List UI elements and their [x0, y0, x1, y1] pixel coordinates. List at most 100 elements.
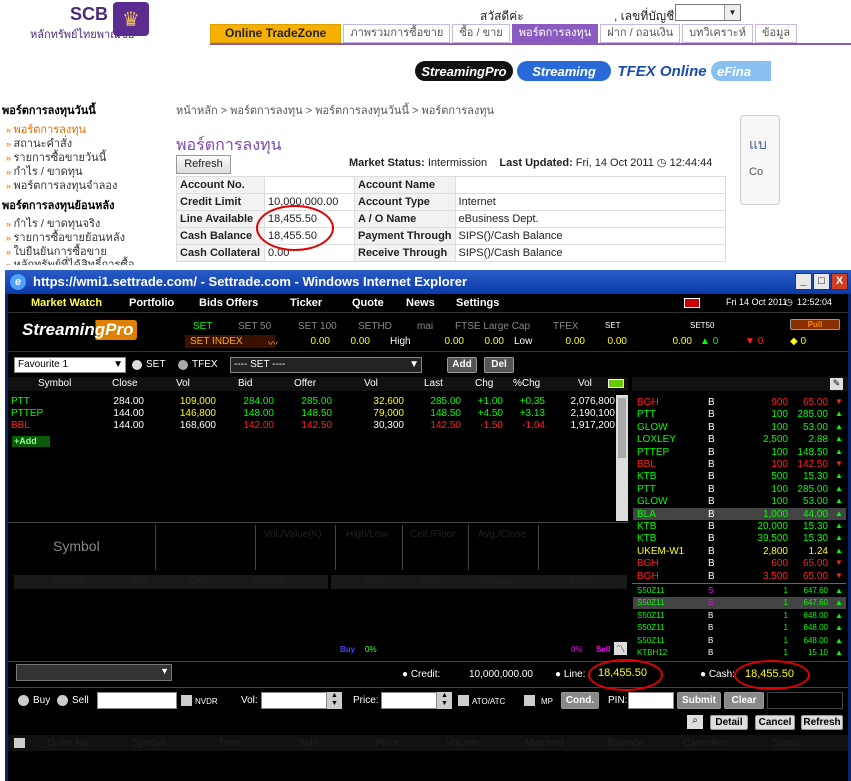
index-tab-sethd[interactable]: SETHD	[358, 321, 392, 332]
menu-portfolio[interactable]: Portfolio	[129, 297, 174, 309]
search-icon[interactable]: ⌕	[687, 715, 703, 729]
submit-button[interactable]: Submit	[677, 692, 721, 709]
col-header[interactable]: Close	[112, 378, 138, 389]
arrow-up-icon: ▲	[835, 635, 843, 645]
index-tab-set[interactable]: SET	[193, 321, 212, 332]
symbol-input[interactable]	[97, 692, 177, 709]
menu-settings[interactable]: Settings	[456, 297, 499, 309]
market-select[interactable]: ---- SET ---- ▼	[230, 357, 422, 373]
index-value: 0.00	[350, 336, 370, 347]
cond-button[interactable]: Cond.	[561, 692, 599, 709]
menu-bids-offers[interactable]: Bids Offers	[199, 297, 258, 309]
col-header[interactable]: Chg	[475, 378, 493, 389]
streamingpro-link[interactable]: StreamingPro	[415, 61, 513, 81]
radio-sell[interactable]	[57, 695, 68, 706]
detail-button[interactable]: Detail	[710, 715, 748, 730]
col-header[interactable]: Bid	[238, 378, 252, 389]
radio-buy[interactable]	[18, 695, 29, 706]
account-select[interactable]: ▼	[16, 664, 172, 681]
menu-item-rights[interactable]: หลักทรัพย์ที่ได้สิทธิ์การซื้อ	[6, 255, 135, 265]
tab-research[interactable]: บทวิเคราะห์	[682, 24, 753, 43]
radio-set[interactable]	[132, 360, 142, 370]
cancel-button[interactable]: Cancel	[755, 715, 795, 730]
col-header[interactable]: %Chg	[513, 378, 540, 389]
index-value: 0.00	[607, 336, 627, 347]
minimize-button[interactable]: _	[795, 273, 812, 290]
table-key: Cash Collateral	[176, 244, 265, 262]
del-button[interactable]: Del	[484, 357, 514, 373]
table-key: A / O Name	[354, 210, 456, 228]
index-tab-tfex[interactable]: TFEX	[553, 321, 579, 332]
chart-icon[interactable]: 〰	[268, 335, 278, 350]
table-value: Internet	[454, 193, 727, 211]
tab-online-tradezone[interactable]: Online TradeZone	[210, 24, 342, 43]
clear-button[interactable]: Clear	[724, 692, 764, 709]
atoatc-checkbox[interactable]	[458, 695, 469, 706]
pull-button[interactable]: Pull	[790, 319, 840, 330]
streaming-link[interactable]: Streaming	[517, 61, 611, 81]
close-button[interactable]: X	[831, 273, 848, 290]
add-symbol-button[interactable]: +Add	[12, 436, 50, 447]
index-tab-set50[interactable]: SET 50	[238, 321, 271, 332]
volume-input[interactable]	[261, 692, 327, 709]
scrollbar-thumb[interactable]	[618, 398, 626, 458]
select-all-checkbox[interactable]	[14, 738, 25, 748]
col-header: Matched	[525, 738, 564, 749]
tab-portfolio[interactable]: พอร์ตการลงทุน	[511, 24, 599, 43]
mp-checkbox[interactable]	[524, 695, 535, 706]
col-header[interactable]: Offer	[294, 378, 316, 389]
tab-info[interactable]: ข้อมูล	[754, 24, 798, 43]
watchlist-cell-bid[interactable]: 142.00	[220, 420, 274, 431]
ticker-cell-s: BBL	[637, 459, 656, 470]
unchanged-value: 0	[800, 336, 807, 347]
table-row: Credit Limit 10,000,000.00 Account Type Int…	[176, 193, 727, 211]
watchlist-cell-offer[interactable]: 148.50	[278, 408, 332, 419]
col-header[interactable]: Last	[424, 378, 443, 389]
watchlist-cell-last: 142.50	[430, 420, 461, 431]
col-header[interactable]: Vol	[176, 378, 190, 389]
index-tab-mai[interactable]: mai	[417, 321, 433, 332]
divider	[155, 525, 156, 570]
uk-flag-icon[interactable]	[684, 298, 700, 308]
refresh-orders-button[interactable]: Refresh	[801, 715, 843, 730]
add-button[interactable]: Add	[447, 357, 477, 373]
radio-tfex[interactable]	[178, 360, 188, 370]
toggle-view-icon[interactable]	[608, 379, 624, 388]
quote-symbol-label[interactable]: Symbol	[53, 538, 100, 554]
account-select[interactable]: ▼	[675, 4, 741, 21]
col-header: Side	[421, 576, 442, 587]
table-row: Account No. Account Name	[176, 176, 727, 194]
tab-buy-sell[interactable]: ซื้อ / ขาย	[452, 24, 510, 43]
price-input[interactable]	[381, 692, 437, 709]
watchlist-cell-offer[interactable]: 285.00	[278, 396, 332, 407]
col-header[interactable]: Vol	[364, 378, 378, 389]
col-header[interactable]: Vol	[578, 378, 592, 389]
index-tab-set100[interactable]: SET 100	[298, 321, 337, 332]
refresh-button[interactable]: Refresh	[176, 155, 231, 174]
chart-icon[interactable]: 〽	[614, 642, 627, 655]
watchlist-cell-bid[interactable]: 148.00	[220, 408, 274, 419]
wrench-icon[interactable]: ✎	[830, 378, 843, 390]
ticker-cell-p: 148.50	[797, 446, 828, 458]
highlight-circle	[734, 660, 810, 690]
index-tab-ftse[interactable]: FTSE Large Cap	[455, 321, 530, 332]
menu-quote[interactable]: Quote	[352, 297, 384, 309]
maximize-button[interactable]: □	[813, 273, 830, 290]
watchlist-cell-offer[interactable]: 142.50	[278, 420, 332, 431]
menu-news[interactable]: News	[406, 297, 435, 309]
price-stepper[interactable]: ▲ ▼	[437, 692, 452, 709]
menu-market-watch[interactable]: Market Watch	[31, 297, 102, 309]
col-header[interactable]: Symbol	[38, 378, 71, 389]
watchlist-cell-bid[interactable]: 284.00	[220, 396, 274, 407]
favourite-select[interactable]: Favourite 1 ▼	[14, 357, 126, 373]
tab-overview[interactable]: ภาพรวมการซื้อขาย	[343, 24, 451, 43]
nvdr-checkbox[interactable]	[181, 695, 192, 706]
menu-item-simulated-portfolio[interactable]: พอร์ตการลงทุนจำลอง	[6, 176, 118, 194]
efinance-link[interactable]: eFina	[711, 61, 771, 81]
tab-deposit-withdraw[interactable]: ฝาก / ถอนเงิน	[600, 24, 681, 43]
volume-stepper[interactable]: ▲ ▼	[327, 692, 342, 709]
tfex-online-link[interactable]: TFEX Online	[617, 61, 707, 81]
scb-logo[interactable]: SCB หลักทรัพย์ไทยพาณิชย์	[30, 4, 134, 43]
menu-ticker[interactable]: Ticker	[290, 297, 322, 309]
pin-input[interactable]	[628, 692, 674, 709]
